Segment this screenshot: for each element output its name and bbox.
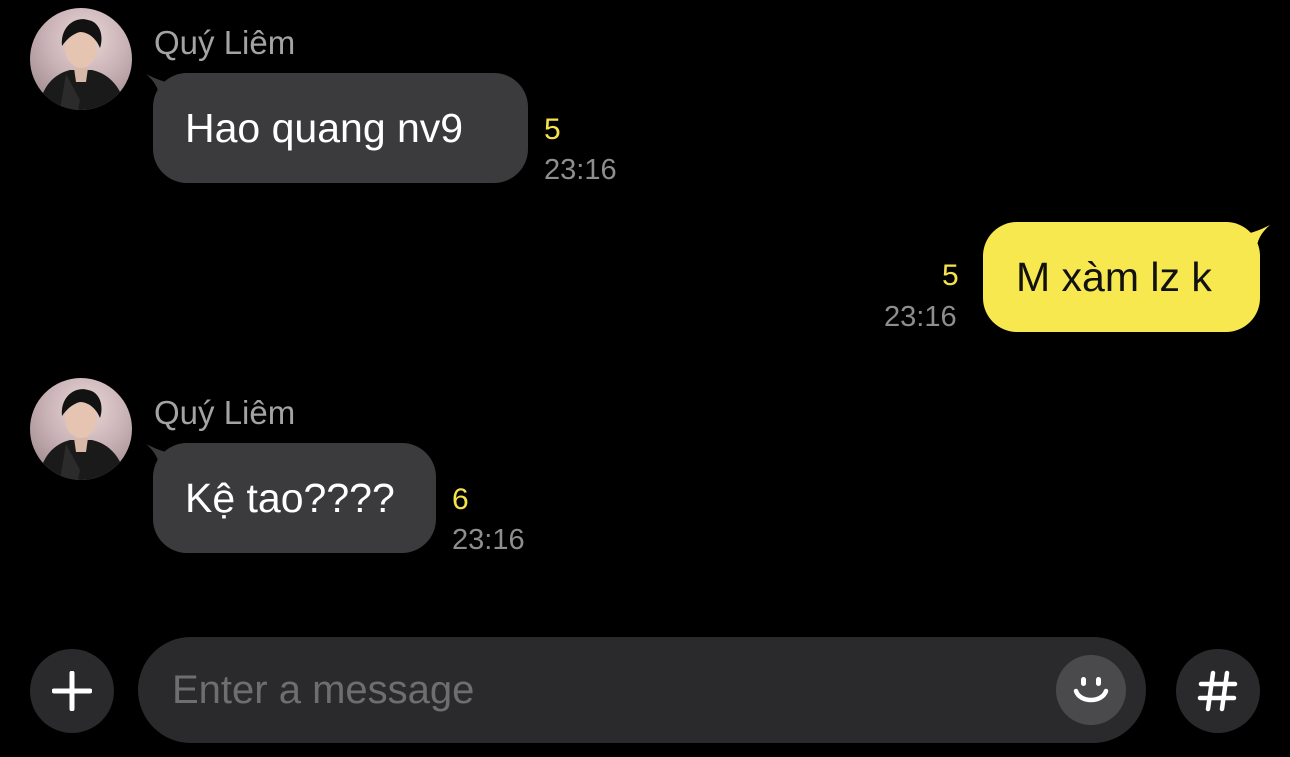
unread-count: 5 <box>544 113 561 146</box>
message-input[interactable]: Enter a message <box>138 637 1146 743</box>
emoji-button[interactable] <box>1056 655 1126 725</box>
message-text: Hao quang nv9 <box>185 104 464 151</box>
message-text: Kệ tao???? <box>185 474 395 521</box>
add-button[interactable] <box>30 649 114 733</box>
sender-name: Quý Liêm <box>154 394 296 431</box>
message-bubble[interactable]: M xàm lz k <box>983 222 1260 332</box>
hashtag-icon <box>1197 670 1238 712</box>
smiley-icon <box>1073 677 1109 703</box>
message-text: M xàm lz k <box>1016 253 1212 300</box>
hashtag-button[interactable] <box>1176 649 1260 733</box>
message-bubble[interactable]: Kệ tao???? <box>153 443 436 553</box>
unread-count: 6 <box>452 483 469 516</box>
sender-avatar[interactable] <box>30 8 132 110</box>
message-time: 23:16 <box>544 154 617 186</box>
plus-icon <box>52 671 92 711</box>
message-time: 23:16 <box>884 301 957 333</box>
message-bubble[interactable]: Hao quang nv9 <box>153 73 528 183</box>
bubble-tail <box>1234 225 1270 261</box>
message-input-placeholder: Enter a message <box>172 667 475 712</box>
sender-avatar[interactable] <box>30 378 132 480</box>
message-time: 23:16 <box>452 524 525 556</box>
unread-count: 5 <box>942 259 959 292</box>
sender-name: Quý Liêm <box>154 24 296 61</box>
